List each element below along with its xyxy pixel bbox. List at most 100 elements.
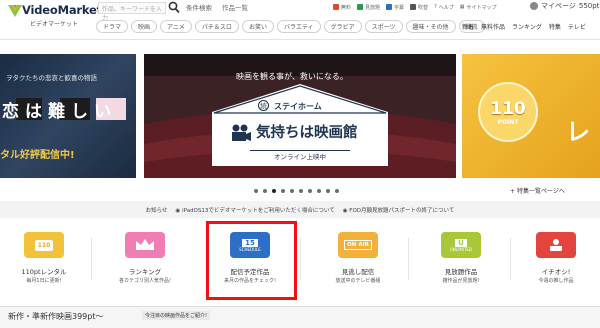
logo-mark-icon [8, 5, 22, 17]
banner-slide-left[interactable]: ヲタクたちの悲哀と歓喜の物語 恋は難しい タル好評配信中! [0, 54, 136, 178]
divider [300, 238, 301, 280]
category-comedy[interactable]: お笑い [241, 20, 274, 33]
category-movie[interactable]: 映画 [131, 20, 158, 33]
plus-icon: + [510, 188, 517, 195]
points-balance: 550pt [578, 2, 600, 10]
category-hobby[interactable]: 趣味・その他 [405, 20, 456, 33]
feature-list-link[interactable]: + 特集一覧ページへ [510, 186, 565, 195]
quick-link-recommend[interactable]: イチオシ! 今週の推し作品 [512, 226, 600, 298]
quick-link-unlimited[interactable]: U UNLIMITED 見放題作品 雑作品が見放題! [417, 226, 505, 298]
nav-tv[interactable]: テレビ [568, 22, 586, 31]
points-badge: 110 POINT [478, 82, 538, 142]
sitemap-icon: ▦ [459, 4, 465, 10]
quick-link-sub: 今週の推し作品 [538, 278, 574, 284]
main-title: 気持ちは映画館 [256, 125, 358, 141]
carousel-dot[interactable] [308, 189, 312, 193]
search-input[interactable]: 作品、キーワードを入力 [98, 2, 166, 22]
slide-right-text: レ [566, 118, 590, 146]
banner-slide-right[interactable]: 110 POINT レ [462, 54, 600, 178]
category-gravure[interactable]: グラビア [323, 20, 362, 33]
help-link[interactable]: ? ヘルプ [434, 4, 454, 11]
banner-slide-main[interactable]: 映画を観る事が、救いになる。 続 ステイホーム 気持ちは映画館 オンライン上映中 [144, 54, 456, 178]
nav-ranking[interactable]: ランキング [512, 22, 542, 31]
quick-link-110pt[interactable]: 110 110ptレンタル 毎月1日に更新! [0, 226, 88, 298]
carousel-dot[interactable] [290, 189, 294, 193]
quick-link-sub: 毎月1日に更新! [26, 278, 62, 284]
carousel-dot[interactable] [272, 189, 276, 193]
section-title: 新作・準新作映画399pt～ [8, 312, 104, 321]
category-pachislot[interactable]: パチ＆スロ [194, 20, 239, 33]
quick-link-sub: 放送中のテレビ番組 [335, 278, 381, 284]
notice-item[interactable]: ◉ FOD月額見放題パスポートの終了について [343, 206, 455, 214]
nav-free[interactable]: 無料作品 [481, 22, 505, 31]
nav-feature[interactable]: 特集 [549, 22, 561, 31]
category-sports[interactable]: スポーツ [364, 20, 403, 33]
main-footer: オンライン上映中 [250, 150, 350, 161]
carousel-dot[interactable] [263, 189, 267, 193]
hero-carousel: ヲタクたちの悲哀と歓喜の物語 恋は難しい タル好評配信中! 映画を観る事が、救い… [0, 46, 600, 180]
divider [408, 238, 409, 280]
free-icon [333, 4, 339, 10]
carousel-dot[interactable] [317, 189, 321, 193]
category-variety[interactable]: バラエティ [276, 20, 321, 33]
logo-text: VideoMarket [22, 3, 102, 17]
carousel-dots [254, 189, 339, 193]
right-nav: 新着 無料作品 ランキング 特集 テレビ [462, 22, 586, 31]
sitemap-link[interactable]: ▦ サイトマップ [460, 4, 497, 11]
quick-link-label: ランキング [128, 268, 162, 276]
quick-link-label: 110ptレンタル [21, 268, 67, 276]
highlight-box [206, 221, 297, 300]
notice-bar: お知らせ ◉ iPadOS13でビデオマーケットをご利用いただく場合について ◉… [0, 201, 600, 218]
unlimited-filter[interactable]: 見放題 [357, 4, 380, 11]
quick-link-label: 見放題作品 [444, 268, 478, 276]
quick-link-ranking[interactable]: ランキング 各カテゴリ別人気作品! [101, 226, 189, 298]
quick-link-label: 見逃し配信 [341, 268, 375, 276]
quick-link-onair[interactable]: ON AIR 見逃し配信 放送中のテレビ番組 [314, 226, 402, 298]
logo-subtext: ビデオマーケット [30, 21, 79, 28]
divider [510, 238, 511, 280]
dubbed-icon [410, 4, 417, 10]
section-header: 新作・準新作映画399pt～ 今注目の映画作品をご紹介! [0, 306, 600, 328]
divider [91, 238, 92, 280]
quick-link-label: イチオシ! [541, 268, 571, 276]
category-drama[interactable]: ドラマ [96, 20, 129, 33]
category-nav: ドラマ 映画 アニメ パチ＆スロ お笑い バラエティ グラビア スポーツ 趣味・… [96, 20, 485, 33]
crown-icon [125, 232, 165, 258]
section-subtitle: 今注目の映画作品をご紹介! [142, 311, 211, 320]
on-air-icon: ON AIR [338, 232, 378, 258]
recommend-icon [536, 232, 576, 258]
subtitle-icon [386, 4, 393, 10]
search-icon[interactable] [168, 1, 180, 14]
main-title-small: ステイホーム [274, 102, 322, 111]
dubbed-filter[interactable]: 吹替 [410, 4, 428, 11]
title-list-link[interactable]: 作品一覧 [222, 2, 248, 12]
unlimited-filter-icon [357, 4, 364, 10]
main-badge: 続 [258, 100, 269, 111]
carousel-dot[interactable] [326, 189, 330, 193]
slide-left-caption: タル好評配信中! [0, 150, 75, 161]
carousel-dot[interactable] [254, 189, 258, 193]
slide-left-title: ヲタクたちの悲哀と歓喜の物語 [6, 74, 97, 82]
category-anime[interactable]: アニメ [160, 20, 192, 33]
quick-links: 110 110ptレンタル 毎月1日に更新! ランキング 各カテゴリ別人気作品!… [0, 226, 600, 302]
filter-links: 無料 見放題 字幕 吹替 ? ヘルプ ▦ サイトマップ [333, 1, 496, 13]
carousel-dot[interactable] [335, 189, 339, 193]
free-filter[interactable]: 無料 [333, 4, 351, 11]
carousel-dot[interactable] [281, 189, 285, 193]
carousel-dot[interactable] [299, 189, 303, 193]
videomarket-logo[interactable]: VideoMarket ビデオマーケット [8, 3, 102, 39]
help-icon: ? [434, 4, 437, 10]
subtitle-filter[interactable]: 字幕 [386, 4, 404, 11]
mypage-link[interactable]: マイページ 550pt [530, 1, 599, 11]
unlimited-icon: U UNLIMITED [441, 232, 481, 258]
110-icon: 110 [24, 232, 64, 258]
quick-link-sub: 雑作品が見放題! [442, 278, 480, 284]
slide-left-text: 恋は難しい [2, 102, 117, 122]
nav-new[interactable]: 新着 [462, 22, 474, 31]
condition-search-link[interactable]: 条件検索 [186, 2, 212, 12]
notice-label: お知らせ [145, 207, 168, 214]
notice-item[interactable]: ◉ iPadOS13でビデオマーケットをご利用いただく場合について [176, 206, 335, 214]
site-header: VideoMarket ビデオマーケット 作品、キーワードを入力 条件検索 作品… [0, 0, 600, 40]
main-tagline: 映画を観る事が、救いになる。 [236, 72, 348, 81]
user-icon [530, 2, 538, 10]
